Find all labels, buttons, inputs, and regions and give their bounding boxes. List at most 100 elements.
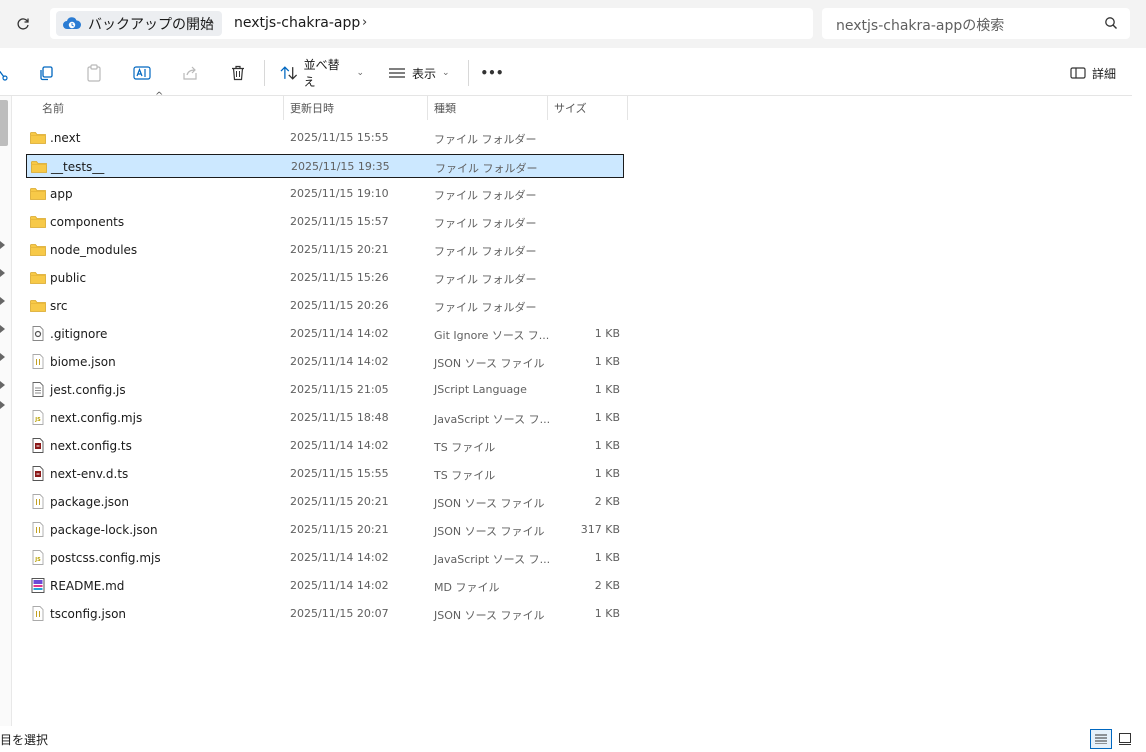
- folder-icon: [30, 216, 46, 228]
- sort-button[interactable]: 並べ替え ⌄: [280, 58, 364, 89]
- breadcrumb-folder[interactable]: nextjs-chakra-app: [234, 15, 360, 31]
- file-row[interactable]: JS postcss.config.mjs 2025/11/14 14:02 Java…: [26, 546, 624, 570]
- vertical-scrollbar[interactable]: [1132, 48, 1146, 728]
- view-button[interactable]: 表示 ⌄: [388, 61, 454, 85]
- file-modified-date: 2025/11/15 15:26: [290, 271, 389, 284]
- file-modified-date: 2025/11/15 19:35: [291, 160, 390, 173]
- file-type: JSON ソース ファイル: [434, 609, 545, 622]
- file-row[interactable]: biome.json 2025/11/14 14:02 JSON ソース ファイル 1…: [26, 350, 624, 374]
- expand-arrow-icon[interactable]: [0, 325, 5, 333]
- json-file-icon: [32, 354, 44, 369]
- expand-arrow-icon[interactable]: [0, 381, 5, 389]
- file-type: ファイル フォルダー: [434, 301, 537, 314]
- file-row[interactable]: app 2025/11/15 19:10 ファイル フォルダー: [26, 182, 624, 206]
- column-divider[interactable]: [283, 96, 284, 120]
- expand-arrow-icon[interactable]: [0, 401, 5, 409]
- file-row[interactable]: package-lock.json 2025/11/15 20:21 JSON ソー…: [26, 518, 624, 542]
- file-type: JSON ソース ファイル: [434, 525, 545, 538]
- paste-icon: [87, 64, 101, 82]
- ts-file-icon: [32, 438, 44, 453]
- column-header-date[interactable]: 更新日時: [290, 96, 426, 120]
- file-row[interactable]: tsconfig.json 2025/11/15 20:07 JSON ソース ファ…: [26, 602, 624, 626]
- column-divider[interactable]: [547, 96, 548, 120]
- file-modified-date: 2025/11/15 20:21: [290, 523, 389, 536]
- column-divider[interactable]: [627, 96, 628, 120]
- large-icons-view-toggle[interactable]: [1114, 729, 1136, 749]
- file-name: __tests__: [51, 160, 105, 174]
- chevron-right-icon[interactable]: ›: [362, 15, 367, 30]
- expand-arrow-icon[interactable]: [0, 241, 5, 249]
- paste-button[interactable]: [82, 61, 106, 85]
- file-type: JavaScript ソース フ...: [434, 413, 551, 426]
- column-name-label: 名前: [42, 102, 64, 115]
- file-row[interactable]: jest.config.js 2025/11/15 21:05 JScript La…: [26, 378, 624, 402]
- expand-arrow-icon[interactable]: [0, 297, 5, 305]
- file-name: node_modules: [50, 243, 138, 257]
- share-button[interactable]: [178, 61, 202, 85]
- file-modified-date: 2025/11/15 15:57: [290, 215, 389, 228]
- column-divider[interactable]: [427, 96, 428, 120]
- file-modified-date: 2025/11/14 14:02: [290, 551, 389, 564]
- file-type: Git Ignore ソース フ...: [434, 329, 550, 342]
- file-modified-date: 2025/11/15 20:26: [290, 299, 389, 312]
- file-size: 1 KB: [594, 411, 620, 424]
- file-row[interactable]: JS next.config.mjs 2025/11/15 18:48 JavaScr…: [26, 406, 624, 430]
- column-header-size[interactable]: サイズ: [554, 96, 626, 120]
- file-modified-date: 2025/11/15 15:55: [290, 131, 389, 144]
- column-header-type[interactable]: 種類: [434, 96, 546, 120]
- rename-button[interactable]: [130, 61, 154, 85]
- file-row[interactable]: README.md 2025/11/14 14:02 MD ファイル 2 KB: [26, 574, 624, 598]
- toolbar-divider: [468, 60, 469, 86]
- file-name: next.config.ts: [50, 439, 132, 453]
- navigation-pane[interactable]: [0, 96, 12, 726]
- file-name: package-lock.json: [50, 523, 158, 537]
- file-row[interactable]: public 2025/11/15 15:26 ファイル フォルダー: [26, 266, 624, 290]
- more-options-button[interactable]: •••: [480, 61, 504, 85]
- file-name: next-env.d.ts: [50, 467, 129, 481]
- file-name: .next: [50, 131, 81, 145]
- chevron-right-icon[interactable]: ›: [208, 15, 213, 30]
- details-pane-button[interactable]: 詳細: [1070, 61, 1126, 85]
- expand-arrow-icon[interactable]: [0, 269, 5, 277]
- file-name: components: [50, 215, 125, 229]
- details-view-toggle[interactable]: [1090, 729, 1112, 749]
- file-type: TS ファイル: [434, 469, 496, 482]
- file-type: ファイル フォルダー: [435, 162, 538, 175]
- details-label: 詳細: [1092, 66, 1117, 81]
- file-row[interactable]: src 2025/11/15 20:26 ファイル フォルダー: [26, 294, 624, 318]
- expand-arrow-icon[interactable]: [0, 353, 5, 361]
- file-name: .gitignore: [50, 327, 108, 341]
- text-file-icon: [32, 382, 44, 397]
- breadcrumb-home[interactable]: バックアップの開始: [56, 11, 222, 36]
- folder-icon: [30, 272, 46, 284]
- file-row[interactable]: components 2025/11/15 15:57 ファイル フォルダー: [26, 210, 624, 234]
- file-name: src: [50, 299, 68, 313]
- breadcrumb[interactable]: バックアップの開始 › nextjs-chakra-app ›: [50, 8, 813, 39]
- file-row[interactable]: node_modules 2025/11/15 20:21 ファイル フォルダー: [26, 238, 624, 262]
- sort-label: 並べ替え: [303, 58, 340, 89]
- refresh-icon: [17, 18, 29, 30]
- file-size: 1 KB: [594, 327, 620, 340]
- file-size: 1 KB: [594, 467, 620, 480]
- backup-cloud-icon: [63, 16, 82, 29]
- file-row[interactable]: package.json 2025/11/15 20:21 JSON ソース ファイ…: [26, 490, 624, 514]
- toolbar-divider: [264, 60, 265, 86]
- svg-text:JS: JS: [34, 417, 41, 423]
- search-placeholder: nextjs-chakra-appの検索: [836, 18, 1005, 34]
- file-row[interactable]: next-env.d.ts 2025/11/15 15:55 TS ファイル 1 KB: [26, 462, 624, 486]
- file-row[interactable]: __tests__ 2025/11/15 19:35 ファイル フォルダー: [26, 154, 624, 178]
- file-row[interactable]: next.config.ts 2025/11/14 14:02 TS ファイル 1 K…: [26, 434, 624, 458]
- search-input[interactable]: nextjs-chakra-appの検索: [822, 8, 1130, 39]
- refresh-button[interactable]: [10, 12, 36, 36]
- cut-button[interactable]: [0, 61, 10, 85]
- file-type: ファイル フォルダー: [434, 133, 537, 146]
- file-name: postcss.config.mjs: [50, 551, 161, 565]
- column-header-name[interactable]: 名前: [42, 96, 282, 120]
- delete-button[interactable]: [226, 61, 250, 85]
- copy-button[interactable]: [34, 61, 58, 85]
- nav-scrollbar-thumb[interactable]: [0, 100, 8, 146]
- file-modified-date: 2025/11/14 14:02: [290, 439, 389, 452]
- command-bar: 並べ替え ⌄ 表示 ⌄ ••• 詳細: [0, 49, 1146, 96]
- file-row[interactable]: .next 2025/11/15 15:55 ファイル フォルダー: [26, 126, 624, 150]
- file-row[interactable]: .gitignore 2025/11/14 14:02 Git Ignore ソース…: [26, 322, 624, 346]
